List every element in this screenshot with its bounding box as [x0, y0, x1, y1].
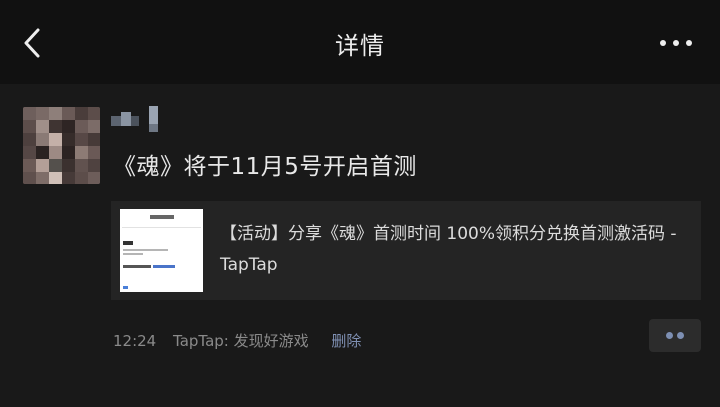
- pixelated-avatar-image: [23, 107, 100, 184]
- post-time: 12:24: [113, 332, 157, 350]
- post-meta: 12:24 TapTap: 发现好游戏 删除: [113, 330, 373, 351]
- page-title: 详情: [335, 32, 385, 60]
- post-source[interactable]: TapTap: 发现好游戏: [173, 332, 309, 350]
- comment-dot-icon: [666, 332, 673, 339]
- comment-button[interactable]: [649, 319, 701, 352]
- link-thumbnail: [120, 209, 203, 292]
- username-pixelated[interactable]: [111, 106, 161, 134]
- link-card[interactable]: 【活动】分享《魂》首测时间 100%领积分兑换首测激活码 - TapTap: [111, 201, 701, 300]
- link-card-title: 【活动】分享《魂》首测时间 100%领积分兑换首测激活码 - TapTap: [220, 224, 677, 275]
- comment-dot-icon: [677, 332, 684, 339]
- thumbnail-image: [120, 209, 203, 292]
- avatar[interactable]: [23, 107, 100, 184]
- post-text: 《魂》将于11月5号开启首测: [113, 154, 417, 180]
- delete-button[interactable]: 删除: [331, 332, 361, 350]
- pixelated-username-image: [111, 106, 158, 132]
- more-options-icon[interactable]: [658, 34, 694, 52]
- navigation-bar: 详情: [0, 0, 720, 84]
